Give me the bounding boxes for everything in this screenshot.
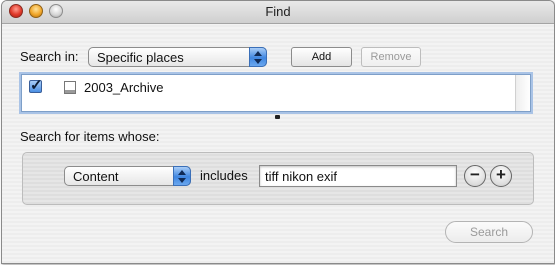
- criteria-heading: Search for items whose:: [20, 129, 160, 144]
- search-button[interactable]: Search: [445, 221, 533, 243]
- add-location-button[interactable]: Add: [291, 47, 352, 67]
- remove-location-button[interactable]: Remove: [361, 47, 421, 67]
- location-checkbox[interactable]: ✓: [29, 77, 43, 94]
- list-scrollbar[interactable]: [515, 75, 530, 111]
- remove-criterion-button[interactable]: −: [464, 165, 486, 187]
- location-name: 2003_Archive: [84, 80, 164, 95]
- search-in-selected: Specific places: [97, 50, 184, 65]
- search-in-label: Search in:: [20, 49, 79, 64]
- location-list: ✓ 2003_Archive: [21, 74, 531, 112]
- checkmark-icon: ✓: [30, 77, 43, 94]
- window-title: Find: [265, 4, 291, 19]
- search-in-popup[interactable]: Specific places: [88, 47, 267, 67]
- popup-arrows-icon: [173, 166, 191, 186]
- popup-arrows-icon: [249, 47, 267, 67]
- resize-handle-icon[interactable]: [275, 115, 280, 119]
- add-criterion-button[interactable]: +: [490, 165, 512, 187]
- title-bar: Find: [2, 1, 554, 24]
- operator-label: includes: [200, 168, 248, 183]
- folder-icon: [64, 81, 76, 94]
- attribute-selected: Content: [73, 169, 119, 184]
- attribute-popup[interactable]: Content: [64, 166, 191, 186]
- search-value-field[interactable]: tiff nikon exif: [259, 165, 457, 187]
- find-window: Find Search in: Specific places Add Remo…: [1, 0, 555, 264]
